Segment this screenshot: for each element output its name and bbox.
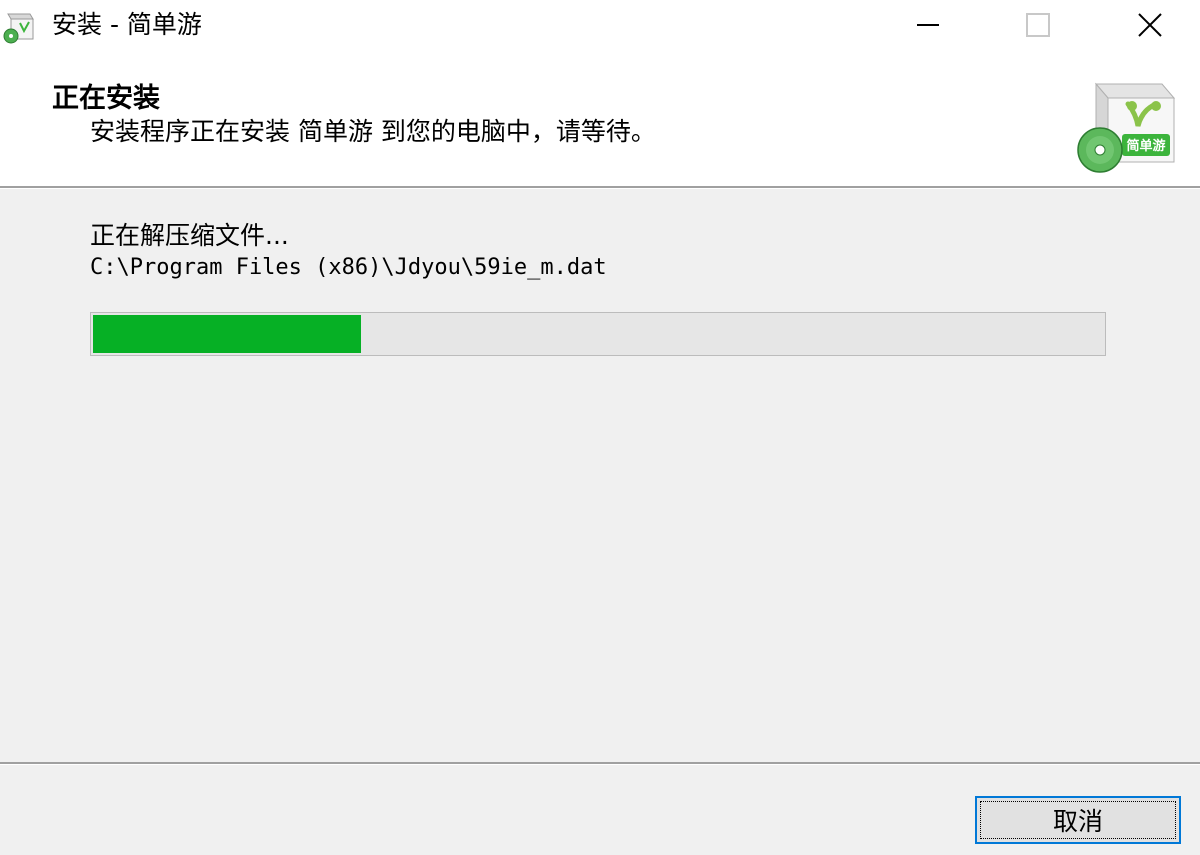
header-divider (0, 186, 1200, 189)
wizard-header: 正在安装 安装程序正在安装 简单游 到您的电脑中，请等待。 简单游 (0, 52, 1200, 186)
minimize-button[interactable] (900, 0, 956, 50)
installer-window: 安装 - 简单游 正在安装 安装程序正在安装 简单游 到您的电脑中，请等待。 简… (0, 0, 1200, 855)
page-subtitle: 安装程序正在安装 简单游 到您的电脑中，请等待。 (90, 117, 656, 146)
product-logo-icon: 简单游 (1077, 82, 1176, 173)
page-title: 正在安装 (52, 83, 160, 114)
logo-text: 简单游 (1126, 138, 1165, 154)
window-title: 安装 - 简单游 (52, 10, 202, 39)
footer-divider (0, 762, 1200, 765)
title-bar[interactable]: 安装 - 简单游 (0, 0, 1200, 52)
status-label: 正在解压缩文件... (90, 221, 289, 250)
minimize-icon (917, 24, 939, 26)
cancel-button[interactable]: 取消 (975, 796, 1181, 844)
maximize-button[interactable] (1010, 0, 1066, 50)
progress-fill (93, 315, 361, 353)
cancel-button-label: 取消 (980, 801, 1176, 839)
installer-box-icon (3, 13, 34, 44)
close-button[interactable] (1122, 0, 1178, 50)
install-progress-bar (90, 312, 1106, 356)
maximize-icon (1026, 13, 1050, 37)
current-file-path: C:\Program Files (x86)\Jdyou\59ie_m.dat (90, 255, 607, 280)
close-icon (1138, 13, 1162, 37)
